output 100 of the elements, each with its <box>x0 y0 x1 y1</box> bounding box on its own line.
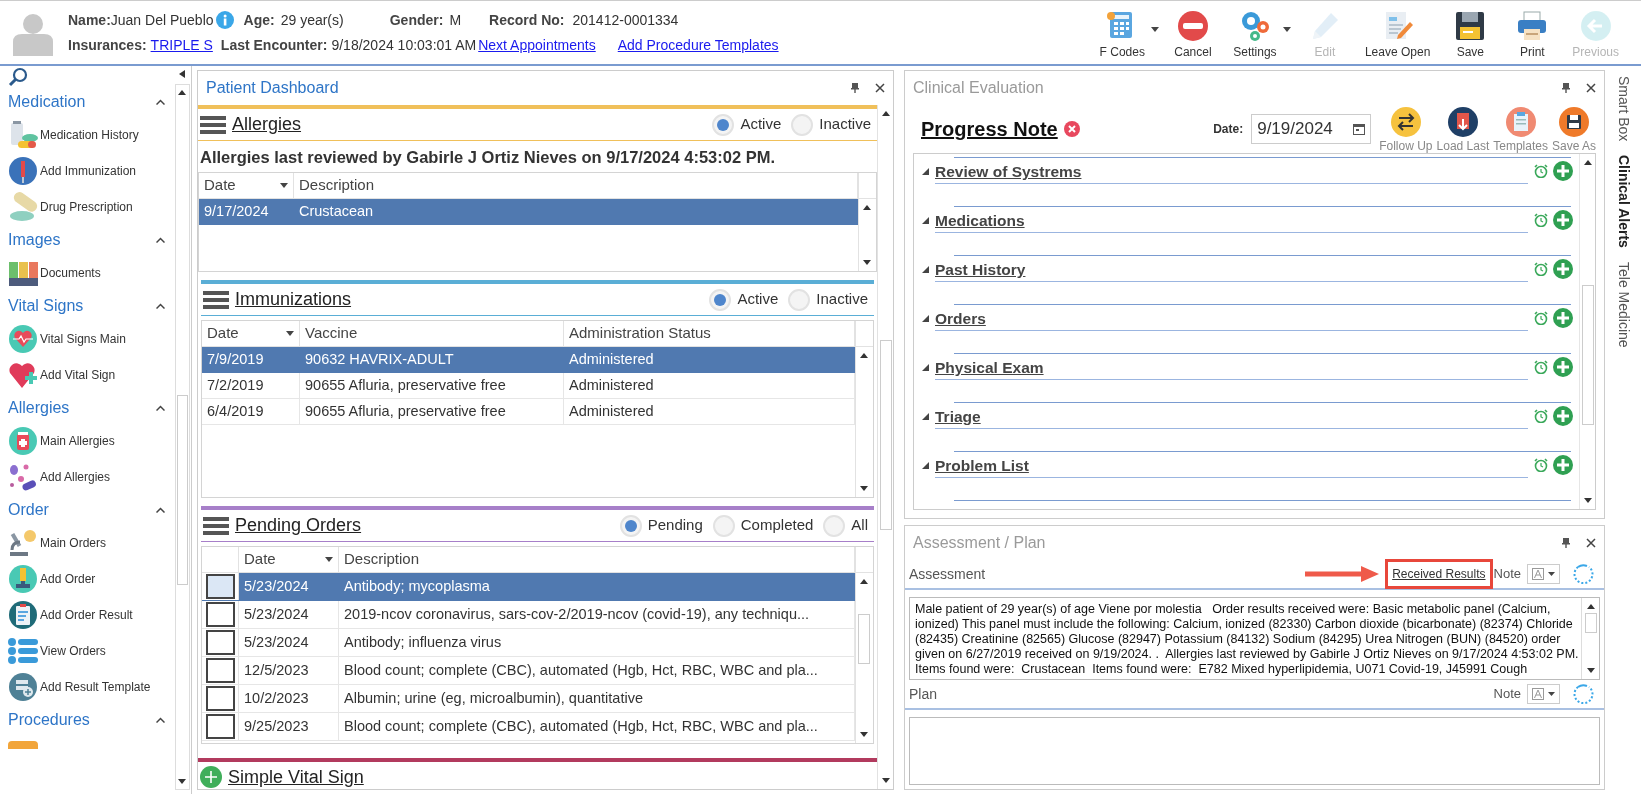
plus-circle-icon[interactable] <box>200 766 222 788</box>
add-circle-icon[interactable] <box>1553 357 1573 377</box>
table-row[interactable]: 5/23/2024 2019-ncov coronavirus, sars-cov-2/2019-ncov (covid-19), any techniqu... <box>202 601 855 629</box>
section-title-link[interactable]: Problem List <box>935 453 1029 477</box>
sidebar-item[interactable]: Medication History <box>8 117 173 153</box>
scroll-down-icon[interactable] <box>860 732 868 737</box>
scroll-up-icon[interactable] <box>178 90 186 95</box>
section-title-link[interactable]: Review of Systrems <box>935 159 1082 183</box>
table-row[interactable]: 7/2/2019 90655 Afluria, preservative free Administered <box>202 373 855 399</box>
section-title-link[interactable]: Immunizations <box>235 286 352 313</box>
action-button[interactable]: Save As <box>1551 106 1596 152</box>
group-title[interactable]: Order <box>8 498 49 522</box>
table-row[interactable]: 5/23/2024 Antibody; influenza virus <box>202 629 855 657</box>
column-header[interactable]: Administration Status <box>564 321 855 346</box>
checkbox[interactable] <box>205 602 235 627</box>
close-icon[interactable] <box>1586 83 1596 93</box>
info-icon[interactable] <box>215 11 234 29</box>
pin-icon[interactable] <box>1562 83 1570 93</box>
sidebar-item[interactable]: Documents <box>8 255 173 291</box>
chevron-up-icon[interactable] <box>156 237 165 243</box>
radio-option[interactable]: Active <box>712 113 782 136</box>
scroll-thumb[interactable] <box>858 614 870 664</box>
expanded-caret-icon[interactable] <box>922 461 929 469</box>
sidebar-item[interactable]: Main Allergies <box>8 423 173 459</box>
checkbox[interactable] <box>205 714 235 739</box>
pin-icon[interactable] <box>1562 538 1570 548</box>
scroll-thumb[interactable] <box>879 340 892 530</box>
expanded-caret-icon[interactable] <box>922 412 929 420</box>
add-circle-icon[interactable] <box>1553 406 1573 426</box>
radio-option[interactable]: Active <box>709 288 779 311</box>
column-header[interactable]: Description <box>339 547 855 572</box>
table-row[interactable]: 5/23/2024 Antibody; mycoplasma <box>202 573 855 601</box>
checkbox[interactable] <box>205 658 235 683</box>
expanded-caret-icon[interactable] <box>922 167 929 175</box>
note-format-dropdown[interactable] <box>1527 564 1560 584</box>
toolbar-button[interactable]: Leave Open <box>1358 2 1437 58</box>
table-row[interactable]: 6/4/2019 90655 Afluria, preservative free Administered <box>202 399 855 425</box>
scroll-down-icon[interactable] <box>178 779 186 784</box>
section-title-link[interactable]: Pending Orders <box>235 512 362 539</box>
chevron-up-icon[interactable] <box>156 99 165 105</box>
side-tab[interactable]: Smart Box <box>1612 76 1634 142</box>
sidebar-item[interactable]: Add Immunization <box>8 153 173 189</box>
remove-circle-icon[interactable] <box>1063 121 1080 137</box>
section-title-link[interactable]: Medications <box>935 208 1025 232</box>
add-circle-icon[interactable] <box>1553 210 1573 230</box>
scroll-thumb[interactable] <box>1581 285 1594 425</box>
section-title-link[interactable]: Triage <box>935 404 981 428</box>
column-header[interactable]: Description <box>294 173 858 198</box>
hamburger-menu-icon[interactable] <box>203 515 229 536</box>
hamburger-menu-icon[interactable] <box>203 289 229 310</box>
expanded-caret-icon[interactable] <box>922 314 929 322</box>
sidebar-item[interactable]: Vital Signs Main <box>8 321 173 357</box>
scroll-thumb[interactable] <box>176 395 188 585</box>
side-tab[interactable]: Clinical Alerts <box>1612 155 1634 249</box>
chevron-up-icon[interactable] <box>156 717 165 723</box>
checkbox[interactable] <box>205 686 235 711</box>
section-title-link[interactable]: Orders <box>935 306 986 330</box>
refresh-icon[interactable] <box>1572 563 1594 585</box>
toolbar-button[interactable]: Save <box>1442 2 1499 58</box>
note-format-dropdown[interactable] <box>1527 684 1560 704</box>
sidebar-item[interactable]: Main Orders <box>8 525 173 561</box>
hamburger-menu-icon[interactable] <box>200 114 226 135</box>
scroll-up-icon[interactable] <box>881 111 890 116</box>
close-icon[interactable] <box>1586 538 1596 548</box>
checkbox[interactable] <box>205 574 235 599</box>
column-header[interactable]: Date <box>202 321 300 346</box>
sidebar-item[interactable]: Add Vital Sign <box>8 357 173 393</box>
section-title-link[interactable]: Allergies <box>232 111 302 138</box>
add-circle-icon[interactable] <box>1553 455 1573 475</box>
table-row[interactable]: 10/2/2023 Albumin; urine (eg, microalbumin), quantitative <box>202 685 855 713</box>
radio-option[interactable]: Completed <box>712 514 814 537</box>
side-tab[interactable]: Tele Medicine <box>1612 262 1634 348</box>
group-title[interactable]: Medication <box>8 90 86 114</box>
collapse-arrow-icon[interactable] <box>179 70 185 78</box>
group-title[interactable]: Vital Signs <box>8 294 84 318</box>
note-title-link[interactable]: Progress Note <box>921 114 1058 144</box>
sidebar-item[interactable]: Add Order <box>8 561 173 597</box>
action-button[interactable]: Load Last <box>1436 106 1490 152</box>
table-row[interactable]: 7/9/2019 90632 HAVRIX-ADULT Administered <box>202 347 855 373</box>
alarm-clock-icon[interactable] <box>1534 213 1548 227</box>
group-title[interactable]: Procedures <box>8 708 90 732</box>
scroll-thumb[interactable] <box>1584 613 1597 633</box>
alarm-clock-icon[interactable] <box>1534 311 1548 325</box>
action-button[interactable]: Templates <box>1493 106 1548 152</box>
table-row[interactable]: 12/5/2023 Blood count; complete (CBC), automated (Hgb, Hct, RBC, WBC and pla... <box>202 657 855 685</box>
toolbar-button[interactable]: Settings <box>1226 2 1291 58</box>
action-button[interactable]: Follow Up <box>1379 106 1433 152</box>
date-field[interactable]: 9/19/2024 <box>1251 114 1372 144</box>
scroll-down-icon[interactable] <box>860 486 868 491</box>
scrollbar[interactable] <box>174 84 190 790</box>
toolbar-button[interactable]: F Codes <box>1093 2 1159 58</box>
scroll-down-icon[interactable] <box>881 778 890 783</box>
chevron-up-icon[interactable] <box>156 507 165 513</box>
group-title[interactable]: Images <box>8 228 61 252</box>
section-title-link[interactable]: Past History <box>935 257 1026 281</box>
scroll-down-icon[interactable] <box>863 260 871 265</box>
alarm-clock-icon[interactable] <box>1534 164 1548 178</box>
section-title-link[interactable]: Simple Vital Sign <box>228 763 364 791</box>
section-title-link[interactable]: Physical Exam <box>935 355 1044 379</box>
insurance-link[interactable]: TRIPLE S <box>150 34 213 56</box>
